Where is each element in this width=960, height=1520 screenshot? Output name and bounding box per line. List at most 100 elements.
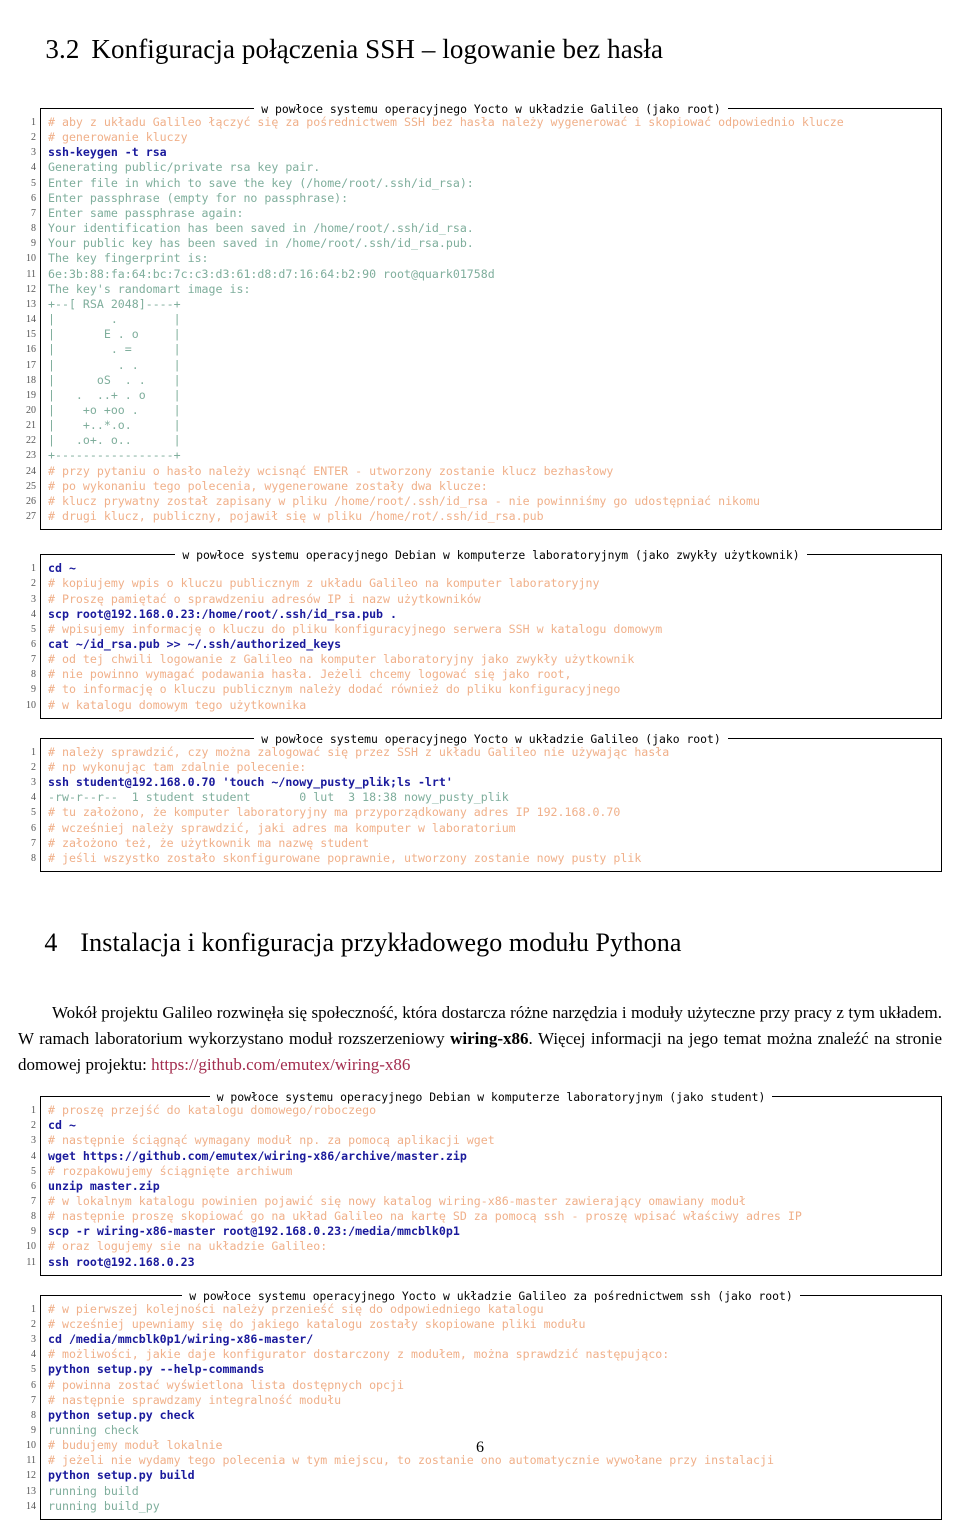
line-number: 4 — [31, 162, 36, 174]
code-line: # w lokalnym katalogu powinien pojawić s… — [48, 1193, 747, 1208]
code-line: python setup.py --help-commands — [48, 1362, 265, 1377]
code-line: | .o+. o.. | — [48, 433, 181, 448]
line-number: 5 — [31, 623, 36, 635]
line-number-gutter: 1 2 3 4 5 6 7 8 9 10 11 — [18, 1096, 40, 1276]
code-line: # aby z układu Galileo łączyć się za poś… — [48, 115, 844, 129]
line-number: 2 — [31, 578, 36, 590]
code-listing: w powłoce systemu operacyjnego Debian w … — [18, 1088, 942, 1276]
code-line: scp -r wiring-x86-master root@192.168.0.… — [48, 1224, 460, 1239]
line-number: 3 — [31, 147, 36, 159]
code-line: running build — [48, 1483, 139, 1498]
line-number: 21 — [26, 420, 36, 432]
line-number: 12 — [26, 283, 36, 295]
line-number: 2 — [31, 132, 36, 144]
code-line: Generating public/private rsa key pair. — [48, 160, 321, 175]
code-line: | E . o | — [48, 327, 181, 342]
line-number: 23 — [26, 450, 36, 462]
line-number-gutter: 1 2 3 4 5 6 7 8 9 10 — [18, 554, 40, 719]
code-line: # od tej chwili logowanie z Galileo na k… — [48, 652, 635, 667]
listing-frame: cd ~ # kopiujemy wpis o kluczu publicznym… — [40, 554, 942, 719]
line-number: 10 — [26, 699, 36, 711]
line-number: 8 — [31, 1211, 36, 1223]
code-line: # w katalogu domowym tego użytkownika — [48, 697, 307, 712]
line-number: 2 — [31, 1318, 36, 1330]
code-line: Your public key has been saved in /home/… — [48, 236, 474, 251]
code-line: ssh root@192.168.0.23 — [48, 1254, 195, 1269]
code-line: Your identification has been saved in /h… — [48, 221, 474, 236]
listing-frame: # w pierwszej kolejności należy przenieś… — [40, 1294, 942, 1520]
caption-border-mask — [175, 553, 807, 558]
caption-border-mask — [254, 736, 728, 741]
line-number: 17 — [26, 359, 36, 371]
code-line: unzip master.zip — [48, 1178, 160, 1193]
code-line: | . ..+ . o | — [48, 387, 181, 402]
code-line: +--[ RSA 2048]----+ — [48, 296, 181, 311]
line-number: 7 — [31, 654, 36, 666]
code-line: # należy sprawdzić, czy można zalogować … — [48, 744, 670, 759]
line-number: 3 — [31, 1135, 36, 1147]
code-line: # następnie proszę skopiować go na układ… — [48, 1209, 802, 1224]
section-number-3-2: 3.2 — [45, 34, 80, 64]
line-number: 12 — [26, 1470, 36, 1482]
line-number: 5 — [31, 1364, 36, 1376]
line-number-gutter: 1 2 3 4 5 6 7 8 9 10 11 12 13 14 — [18, 1295, 40, 1520]
code-line: cd /media/mmcblk0p1/wiring-x86-master/ — [48, 1332, 314, 1347]
code-line: Enter passphrase (empty for no passphras… — [48, 190, 349, 205]
code-line: +-----------------+ — [48, 448, 181, 463]
module-name-bold: wiring-x86 — [450, 1029, 529, 1049]
line-number: 25 — [26, 480, 36, 492]
line-number: 7 — [31, 1195, 36, 1207]
code-line: | +o +oo . | — [48, 402, 181, 417]
listing-body: 1 2 3 4 5 6 7 8 9 10 11 12 13 14 # w pierwszej kolejno… — [18, 1294, 942, 1520]
code-line: | . . | — [48, 357, 181, 372]
code-line: # następnie sprawdzamy integralność modu… — [48, 1392, 342, 1407]
code-line: 6e:3b:88:fa:64:bc:7c:c3:d3:61:d8:d7:16:6… — [48, 266, 495, 281]
line-number: 1 — [31, 746, 36, 758]
line-number-gutter: 1 2 3 4 5 6 7 8 9 10 11 12 13 14 15 16 17 18 19 20 21 22 23 24 2… — [18, 108, 40, 530]
code-line: # następnie ściągnąć wymagany moduł np. … — [48, 1133, 495, 1148]
code-line: The key fingerprint is: — [48, 251, 209, 266]
code-line: wget https://github.com/emutex/wiring-x8… — [48, 1148, 467, 1163]
code-line: # jeśli wszystko zostało skonfigurowane … — [48, 850, 642, 865]
code-line: python setup.py check — [48, 1407, 195, 1422]
code-line: Enter file in which to save the key (/ho… — [48, 175, 474, 190]
line-number: 2 — [31, 761, 36, 773]
line-number: 9 — [31, 1226, 36, 1238]
section-title-3-2: Konfiguracja połączenia SSH – logowanie … — [91, 34, 664, 64]
line-number: 5 — [31, 807, 36, 819]
line-number: 1 — [31, 563, 36, 575]
code-listing-copy-key: w powłoce systemu operacyjnego Debian w … — [18, 546, 942, 719]
code-line: | +..*.o. | — [48, 418, 181, 433]
code-line: # to informację o kluczu publicznym nale… — [48, 682, 621, 697]
section-title-4: Instalacja i konfiguracja przykładowego … — [80, 928, 682, 958]
code-line: # wcześniej upewniamy się do jakiego kat… — [48, 1316, 586, 1331]
intro-paragraph: Wokół projektu Galileo rozwinęła się spo… — [18, 998, 942, 1088]
line-number: 26 — [26, 495, 36, 507]
line-number: 8 — [31, 223, 36, 235]
line-number: 20 — [26, 404, 36, 416]
code-listing: w powłoce systemu operacyjnego Yocto w u… — [18, 1287, 942, 1520]
page-number: 6 — [476, 1439, 484, 1456]
section-number-4: 4 — [44, 928, 58, 958]
code-listing-download-module: w powłoce systemu operacyjnego Debian w … — [18, 1088, 942, 1276]
page-title: 3.2 Konfiguracja połączenia SSH – logowan… — [18, 0, 942, 100]
line-number: 4 — [31, 1150, 36, 1162]
listing-body: 1 2 3 4 5 6 7 8 9 10 11 # proszę przejść do katalog… — [18, 1096, 942, 1276]
code-listing-build-module: w powłoce systemu operacyjnego Yocto w u… — [18, 1287, 942, 1520]
line-number: 8 — [31, 669, 36, 681]
line-number: 3 — [31, 593, 36, 605]
caption-border-mask — [254, 107, 728, 111]
code-line: | . = | — [48, 342, 181, 357]
listing-body: 1 2 3 4 5 6 7 8 9 10 11 12 13 14 15 16 17 18 19 20 21 22 23 24 2… — [18, 108, 942, 531]
line-number: 9 — [31, 1425, 36, 1436]
line-number: 4 — [31, 792, 36, 804]
code-line: # Proszę pamiętać o sprawdzeniu adresów … — [48, 591, 481, 606]
code-line: # tu założono, że komputer laboratoryjny… — [48, 805, 621, 820]
line-number: 1 — [31, 1303, 36, 1315]
line-number: 3 — [31, 777, 36, 789]
document-page: 3.2 Konfiguracja połączenia SSH – logowan… — [0, 0, 960, 1520]
project-homepage-link[interactable]: https://github.com/emutex/wiring-x86 — [151, 1055, 410, 1074]
line-number: 10 — [26, 253, 36, 265]
